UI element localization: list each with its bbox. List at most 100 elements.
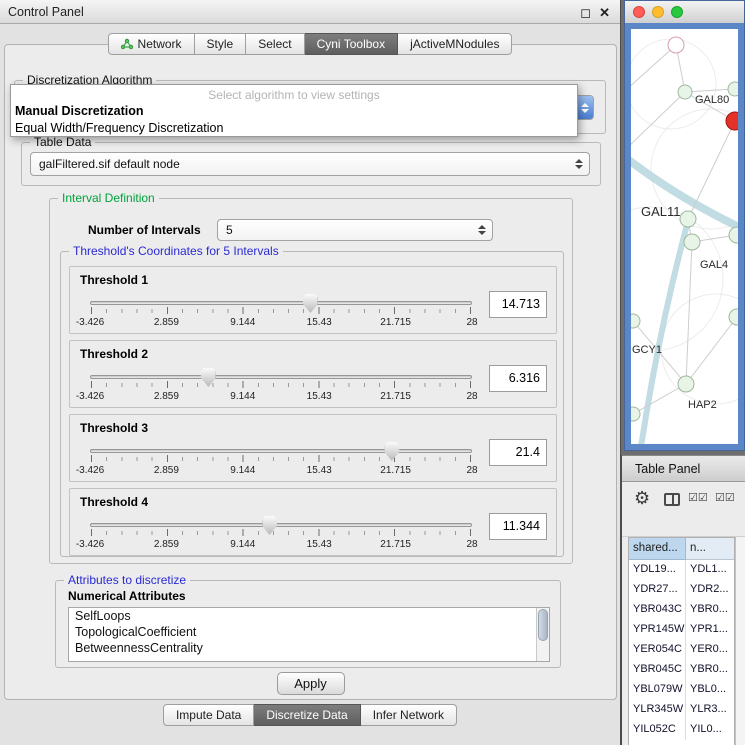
- table-cell[interactable]: YBR045C: [629, 660, 686, 680]
- algorithm-option-manual-discretization[interactable]: Manual Discretization: [11, 102, 577, 119]
- control-panel-titlebar[interactable]: Control Panel ◻ ✕: [0, 0, 620, 24]
- tab-discretize-data-label: Discretize Data: [266, 708, 347, 722]
- table-cell[interactable]: YER054C: [629, 640, 686, 660]
- select-rows-icon[interactable]: ☑☑: [715, 491, 735, 504]
- network-node[interactable]: [680, 211, 696, 227]
- table-row[interactable]: YER054CYER0...: [629, 640, 734, 660]
- table-row[interactable]: YBR045CYBR0...: [629, 660, 734, 680]
- table-cell[interactable]: YBL079W: [629, 680, 686, 700]
- list-item-selfloops[interactable]: SelfLoops: [69, 608, 549, 624]
- table-scrollbar[interactable]: [735, 537, 745, 745]
- network-edge-thick[interactable]: [641, 221, 688, 444]
- apply-button[interactable]: Apply: [277, 672, 345, 695]
- slider-track[interactable]: [90, 523, 472, 527]
- select-columns-icon[interactable]: ☑☑: [688, 491, 708, 504]
- network-node[interactable]: [678, 376, 694, 392]
- close-traffic-light-icon[interactable]: [633, 6, 645, 18]
- network-node[interactable]: [631, 314, 640, 328]
- network-node[interactable]: [678, 85, 692, 99]
- network-node[interactable]: [684, 234, 700, 250]
- table-cell[interactable]: YIL0...: [686, 720, 734, 740]
- scale-label: 28: [466, 539, 477, 550]
- tab-cyni-toolbox[interactable]: Cyni Toolbox: [305, 33, 398, 55]
- table-cell[interactable]: YIL052C: [629, 720, 686, 740]
- scrollbar-thumb[interactable]: [538, 609, 548, 641]
- slider-scale-labels: -3.426 2.859 9.144 15.43 21.715 28: [90, 317, 472, 329]
- tab-style[interactable]: Style: [195, 33, 247, 55]
- table-cell[interactable]: YER0...: [686, 640, 734, 660]
- algorithm-popup-placeholder: Select algorithm to view settings: [11, 85, 577, 102]
- table-cell[interactable]: YPR145W: [629, 620, 686, 640]
- threshold-4-value-field[interactable]: 11.344: [489, 513, 547, 540]
- table-row[interactable]: YBL079WYBL0...: [629, 680, 734, 700]
- algorithm-option-equal-width-frequency[interactable]: Equal Width/Frequency Discretization: [11, 119, 577, 136]
- tab-jactivemodules[interactable]: jActiveMNodules: [398, 33, 512, 55]
- algorithm-dropdown-popup: Select algorithm to view settings Manual…: [10, 84, 578, 137]
- number-of-intervals-select[interactable]: 5: [217, 219, 493, 241]
- cyni-toolbox-panel: Discretization Algorithm Select algorith…: [4, 44, 617, 700]
- float-window-icon[interactable]: ◻: [580, 6, 591, 19]
- column-header-shared-name[interactable]: shared...: [629, 538, 686, 560]
- column-header-name[interactable]: n...: [686, 538, 734, 560]
- table-cell[interactable]: YDR27...: [629, 580, 686, 600]
- network-canvas[interactable]: GAL80 GAL11 GAL4 GCY1 HAP2: [625, 23, 744, 450]
- table-cell[interactable]: YDR2...: [686, 580, 734, 600]
- threshold-2-slider[interactable]: -3.426 2.859 9.144 15.43 21.715 28: [90, 368, 472, 406]
- list-item-topologicalcoefficient[interactable]: TopologicalCoefficient: [69, 624, 549, 640]
- scale-label: 21.715: [380, 317, 411, 328]
- threshold-4-slider[interactable]: -3.426 2.859 9.144 15.43 21.715 28: [90, 516, 472, 554]
- network-node[interactable]: [631, 407, 640, 421]
- minimize-traffic-light-icon[interactable]: [652, 6, 664, 18]
- columns-icon[interactable]: [664, 493, 680, 506]
- attributes-to-discretize-group: Attributes to discretize Numerical Attri…: [55, 580, 561, 668]
- node-label: GAL80: [695, 94, 729, 106]
- numerical-attributes-list[interactable]: SelfLoops TopologicalCoefficient Between…: [68, 607, 550, 662]
- table-data-select[interactable]: galFiltered.sif default node: [30, 152, 590, 176]
- table-cell[interactable]: YBL0...: [686, 680, 734, 700]
- network-node[interactable]: [668, 37, 684, 53]
- table-row[interactable]: YDL19...YDL1...: [629, 560, 734, 580]
- threshold-1-value-field[interactable]: 14.713: [489, 291, 547, 318]
- table-row[interactable]: YLR345WYLR3...: [629, 700, 734, 720]
- edge-arc: [661, 294, 738, 404]
- table-data-label: Table Data: [30, 135, 95, 149]
- tab-discretize-data[interactable]: Discretize Data: [254, 704, 360, 726]
- table-cell[interactable]: YBR0...: [686, 600, 734, 620]
- network-node-selected[interactable]: [726, 112, 738, 130]
- table-row[interactable]: YIL052CYIL0...: [629, 720, 734, 740]
- threshold-1-slider[interactable]: -3.426 2.859 9.144 15.43 21.715 28: [90, 294, 472, 332]
- tab-impute-data[interactable]: Impute Data: [163, 704, 254, 726]
- zoom-traffic-light-icon[interactable]: [671, 6, 683, 18]
- slider-track[interactable]: [90, 301, 472, 305]
- close-icon[interactable]: ✕: [599, 6, 610, 19]
- table-cell[interactable]: YDL1...: [686, 560, 734, 580]
- table-cell[interactable]: YPR1...: [686, 620, 734, 640]
- slider-track[interactable]: [90, 449, 472, 453]
- slider-track[interactable]: [90, 375, 472, 379]
- table-cell[interactable]: YBR043C: [629, 600, 686, 620]
- gear-icon[interactable]: ⚙: [634, 489, 650, 507]
- table-row[interactable]: YDR27...YDR2...: [629, 580, 734, 600]
- slider-major-ticks: [91, 381, 471, 388]
- list-item-betweennesscentrality[interactable]: BetweennessCentrality: [69, 640, 549, 656]
- table-row[interactable]: YPR145WYPR1...: [629, 620, 734, 640]
- tab-infer-network[interactable]: Infer Network: [361, 704, 457, 726]
- threshold-3-value-field[interactable]: 21.4: [489, 439, 547, 466]
- network-node[interactable]: [729, 309, 738, 325]
- table-cell[interactable]: YBR0...: [686, 660, 734, 680]
- table-cell[interactable]: YLR345W: [629, 700, 686, 720]
- table-row[interactable]: YBR043CYBR0...: [629, 600, 734, 620]
- tab-select[interactable]: Select: [246, 33, 304, 55]
- network-window-titlebar[interactable]: [625, 1, 744, 23]
- table-cell[interactable]: YLR3...: [686, 700, 734, 720]
- list-scrollbar[interactable]: [536, 608, 549, 661]
- tab-network[interactable]: Network: [108, 33, 195, 55]
- network-icon: [121, 38, 133, 50]
- table-panel-titlebar[interactable]: Table Panel: [622, 455, 745, 482]
- network-node[interactable]: [729, 227, 738, 243]
- network-node[interactable]: [728, 82, 738, 96]
- threshold-3-slider[interactable]: -3.426 2.859 9.144 15.43 21.715 28: [90, 442, 472, 480]
- table-cell[interactable]: YDL19...: [629, 560, 686, 580]
- threshold-2-value-field[interactable]: 6.316: [489, 365, 547, 392]
- scale-label: 9.144: [230, 317, 255, 328]
